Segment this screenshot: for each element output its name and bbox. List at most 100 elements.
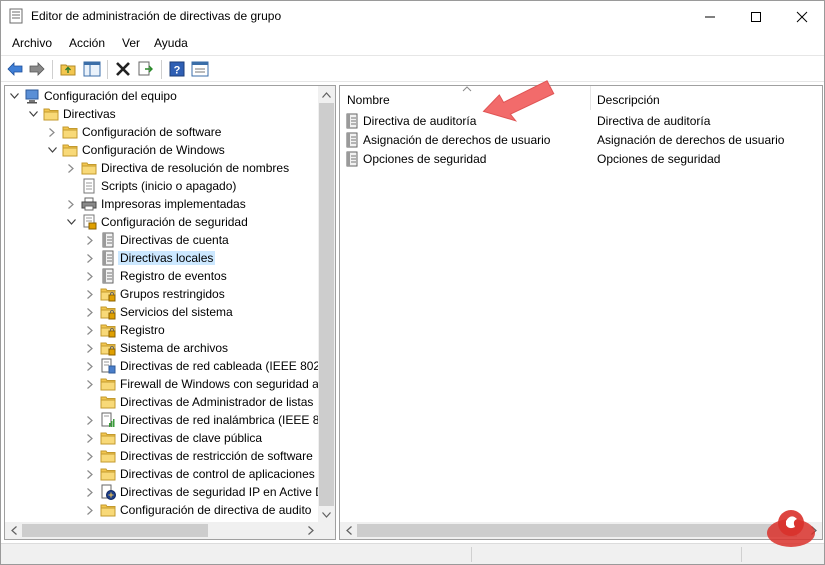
expand-chevron-right-icon[interactable] (85, 324, 95, 336)
expand-chevron-right-icon[interactable] (47, 126, 57, 138)
expand-chevron-right-icon[interactable] (66, 198, 76, 210)
tree-vertical-scrollbar[interactable] (318, 86, 335, 523)
status-segment (741, 547, 742, 562)
tree-item[interactable]: Registro de eventos (5, 267, 319, 285)
expand-chevron-right-icon[interactable] (85, 468, 95, 480)
tree-item[interactable]: Directivas de control de aplicaciones (5, 465, 319, 483)
folder-lock-icon (100, 288, 116, 302)
list-item[interactable]: Directiva de auditoría Directiva de audit… (340, 111, 822, 130)
expand-chevron-right-icon[interactable] (85, 450, 95, 462)
policy-book-icon (346, 113, 358, 129)
list-horizontal-scroll-thumb[interactable] (357, 524, 797, 537)
list-horizontal-scrollbar[interactable] (340, 522, 822, 539)
tree-item[interactable]: Directivas de seguridad IP en Active D (5, 483, 319, 501)
tree-item[interactable]: Configuración de seguridad (5, 213, 319, 231)
list-item-name: Opciones de seguridad (363, 152, 487, 166)
scroll-left-button[interactable] (340, 522, 357, 539)
back-button[interactable] (6, 60, 24, 78)
tree-item[interactable]: Configuración de directiva de audito (5, 501, 319, 519)
expand-chevron-right-icon[interactable] (66, 162, 76, 174)
expand-chevron-right-icon[interactable] (85, 306, 95, 318)
tree-item[interactable]: Directivas de red cableada (IEEE 802.3 (5, 357, 319, 375)
tree-item[interactable]: Directivas de restricción de software (5, 447, 319, 465)
tree-item-label: Directivas de red cableada (IEEE 802.3 (120, 359, 319, 373)
tree-item-label: Servicios del sistema (120, 305, 233, 319)
title-bar[interactable]: Editor de administración de directivas d… (1, 1, 824, 32)
column-header-descripcion[interactable]: Descripción (590, 86, 822, 110)
menu-ayuda[interactable]: Ayuda (154, 36, 188, 50)
show-hide-tree-button[interactable] (83, 60, 101, 78)
maximize-button[interactable] (733, 1, 779, 32)
up-folder-icon (60, 64, 76, 76)
properties-button[interactable] (191, 60, 209, 78)
up-level-button[interactable] (59, 60, 77, 78)
delete-button[interactable] (114, 60, 132, 78)
menu-accion[interactable]: Acción (69, 36, 105, 50)
tree-item[interactable]: Directiva de resolución de nombres (5, 159, 319, 177)
menu-archivo[interactable]: Archivo (12, 36, 52, 50)
expand-chevron-down-icon[interactable] (47, 144, 57, 156)
tree-item[interactable]: Servicios del sistema (5, 303, 319, 321)
tree-item[interactable]: Directivas de red inalámbrica (IEEE 80 (5, 411, 319, 429)
expand-chevron-right-icon[interactable] (85, 252, 95, 264)
sort-ascending-icon (462, 86, 472, 92)
back-arrow-icon (7, 62, 23, 76)
close-button[interactable] (779, 1, 825, 32)
tree-item-label: Directiva de resolución de nombres (101, 161, 290, 175)
tree-item-label: Directivas de control de aplicaciones (120, 467, 315, 481)
main-window: Editor de administración de directivas d… (0, 0, 825, 565)
help-button[interactable]: ? (168, 60, 186, 78)
expand-chevron-right-icon[interactable] (85, 342, 95, 354)
tree-item[interactable]: Scripts (inicio o apagado) (5, 177, 319, 195)
menu-ver[interactable]: Ver (122, 36, 140, 50)
tree-item-label: Scripts (inicio o apagado) (101, 179, 237, 193)
scroll-left-button[interactable] (5, 522, 22, 539)
list-item-name: Asignación de derechos de usuario (363, 133, 551, 147)
tree-item[interactable]: Sistema de archivos (5, 339, 319, 357)
expand-chevron-right-icon[interactable] (85, 360, 95, 372)
expand-chevron-right-icon[interactable] (85, 270, 95, 282)
tree-item[interactable]: Directivas de cuenta (5, 231, 319, 249)
annotation-arrow-icon (482, 80, 555, 122)
tree-item[interactable]: Directivas locales (5, 249, 319, 267)
expand-chevron-down-icon[interactable] (28, 108, 38, 120)
tree-item[interactable]: Configuración del equipo (5, 87, 319, 105)
expand-chevron-right-icon[interactable] (85, 414, 95, 426)
minimize-button[interactable] (687, 1, 733, 32)
expand-chevron-right-icon[interactable] (85, 378, 95, 390)
expand-chevron-right-icon[interactable] (85, 234, 95, 246)
export-list-button[interactable] (137, 60, 155, 78)
scroll-up-button[interactable] (318, 86, 335, 103)
tree-item[interactable]: Grupos restringidos (5, 285, 319, 303)
tree-item[interactable]: Directivas (5, 105, 319, 123)
tree-horizontal-scroll-thumb[interactable] (22, 524, 208, 537)
folder-icon (100, 504, 116, 517)
tree-item[interactable]: Configuración de software (5, 123, 319, 141)
tree-item[interactable]: Impresoras implementadas (5, 195, 319, 213)
tree-item-label: Directivas de cuenta (120, 233, 229, 247)
forward-button[interactable] (28, 60, 46, 78)
tree-item[interactable]: Directivas de Administrador de listas (5, 393, 319, 411)
list-item[interactable]: Opciones de seguridad Opciones de segurid… (340, 149, 822, 168)
scroll-down-button[interactable] (318, 506, 335, 523)
tree-item-label: Registro de eventos (120, 269, 227, 283)
tree-horizontal-scrollbar[interactable] (5, 522, 319, 539)
tree-item-label: Directivas de restricción de software (120, 449, 313, 463)
window-title: Editor de administración de directivas d… (31, 9, 282, 23)
tree-item[interactable]: Directivas de clave pública (5, 429, 319, 447)
scroll-right-button[interactable] (302, 522, 319, 539)
expand-chevron-right-icon[interactable] (85, 432, 95, 444)
expand-chevron-right-icon[interactable] (85, 486, 95, 498)
tree-item-label: Directivas de Administrador de listas (120, 395, 314, 409)
expand-chevron-down-icon[interactable] (66, 216, 76, 228)
expand-chevron-right-icon[interactable] (85, 288, 95, 300)
expand-chevron-down-icon[interactable] (9, 90, 19, 102)
toolbar: ? (1, 55, 824, 82)
expand-chevron-right-icon[interactable] (85, 504, 95, 516)
tree-item[interactable]: Firewall de Windows con seguridad a (5, 375, 319, 393)
tree-item[interactable]: Configuración de Windows (5, 141, 319, 159)
list-item[interactable]: Asignación de derechos de usuario Asignac… (340, 130, 822, 149)
folder-icon (100, 468, 116, 481)
tree-item[interactable]: Registro (5, 321, 319, 339)
tree-vertical-scroll-thumb[interactable] (319, 103, 334, 506)
